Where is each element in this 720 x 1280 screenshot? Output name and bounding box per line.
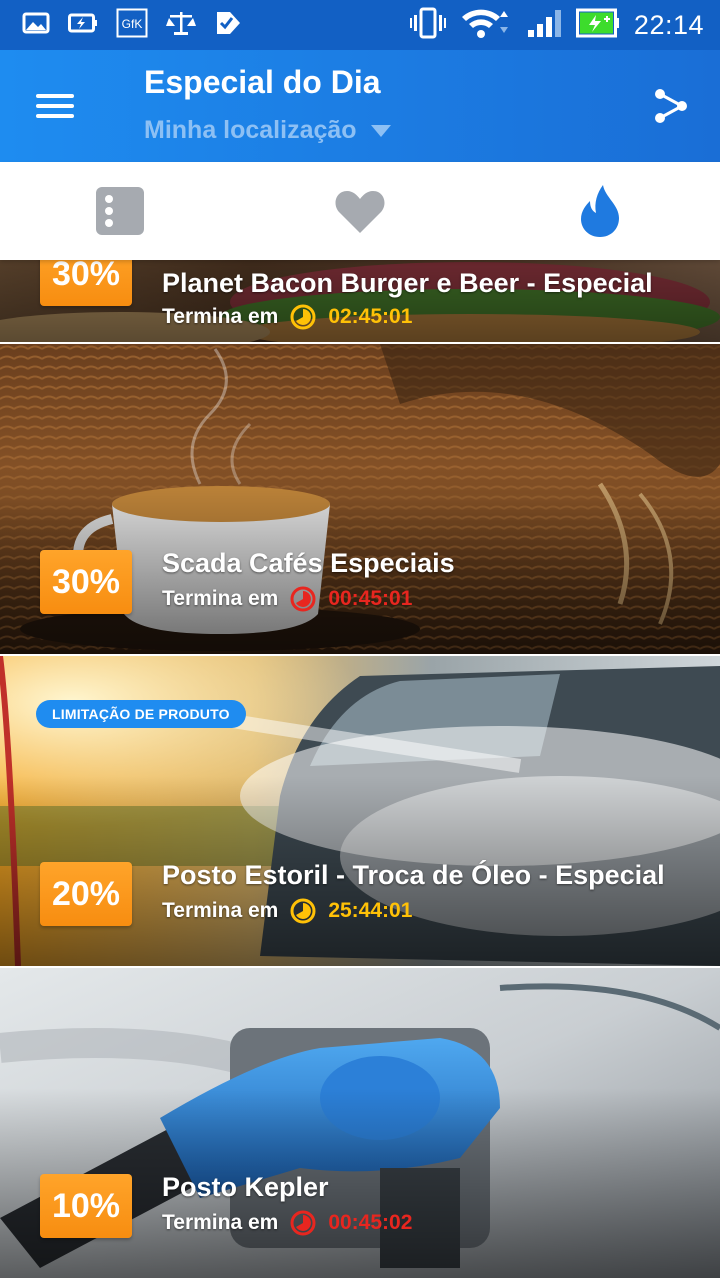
scale-icon (166, 10, 196, 41)
tab-list[interactable] (0, 162, 240, 260)
tab-favorites[interactable] (240, 162, 480, 260)
tab-hot[interactable] (480, 162, 720, 260)
check-tag-icon (214, 9, 242, 42)
clock: 22:14 (633, 9, 704, 40)
timer-icon (290, 898, 316, 924)
app-bar: Especial do Dia Minha localização (0, 50, 720, 162)
deal-title: Scada Cafés Especiais (162, 548, 455, 578)
timer-icon (290, 586, 316, 612)
deals-feed: 30% Planet Bacon Burger e Beer - Especia… (0, 260, 720, 1280)
timer-label: Termina em (162, 1211, 279, 1234)
hamburger-menu-icon[interactable] (30, 84, 82, 128)
timer-icon (290, 304, 316, 330)
timer-value: 02:45:01 (328, 305, 413, 328)
tab-bar (0, 162, 720, 260)
deal-card[interactable]: 30% Scada Cafés Especiais Termina em 00:… (0, 344, 720, 654)
timer-icon (290, 1210, 316, 1236)
location-label: Minha localização (144, 116, 357, 144)
heart-icon (335, 191, 385, 233)
deal-title: Posto Kepler (162, 1172, 329, 1202)
dropdown-arrow-icon (370, 124, 391, 137)
location-selector[interactable]: Minha localização (144, 116, 391, 145)
deal-timer: Termina em 00:45:01 (162, 586, 412, 612)
list-icon (96, 187, 144, 235)
deal-title: Planet Bacon Burger e Beer - Especial (162, 268, 653, 298)
deal-card[interactable]: 10% Posto Kepler Termina em 00:45:02 (0, 968, 720, 1278)
deal-timer: Termina em 02:45:01 (162, 304, 412, 330)
status-bar-left: GfK (22, 8, 242, 43)
timer-label: Termina em (162, 305, 279, 328)
gfk-icon-label: GfK (122, 17, 143, 31)
discount-badge: 30% (40, 550, 132, 614)
status-bar: GfK 22:14 (0, 0, 720, 50)
limit-tag: LIMITAÇÃO DE PRODUTO (36, 700, 246, 728)
image-icon (22, 11, 50, 40)
discount-badge: 10% (40, 1174, 132, 1238)
battery-charging-icon (575, 8, 620, 43)
timer-label: Termina em (162, 587, 279, 610)
flame-icon (581, 185, 619, 237)
page-title: Especial do Dia (144, 64, 381, 100)
timer-label: Termina em (162, 899, 279, 922)
timer-value: 25:44:01 (328, 899, 413, 922)
discount-badge: 30% (40, 260, 132, 306)
discount-badge: 20% (40, 862, 132, 926)
status-bar-right: 22:14 (409, 7, 704, 44)
signal-icon (526, 8, 562, 43)
deal-timer: Termina em 25:44:01 (162, 898, 412, 924)
gfk-icon: GfK (116, 8, 148, 43)
battery-saver-icon (68, 12, 98, 39)
timer-value: 00:45:01 (328, 587, 413, 610)
deal-title: Posto Estoril - Troca de Óleo - Especial (162, 860, 665, 890)
timer-value: 00:45:02 (328, 1211, 413, 1234)
deal-card[interactable]: 30% Planet Bacon Burger e Beer - Especia… (0, 260, 720, 342)
deal-timer: Termina em 00:45:02 (162, 1210, 412, 1236)
wifi-icon (460, 7, 512, 44)
deal-card[interactable]: LIMITAÇÃO DE PRODUTO 20% Posto Estoril -… (0, 656, 720, 966)
vibrate-icon (409, 7, 446, 44)
share-icon[interactable] (652, 86, 690, 126)
